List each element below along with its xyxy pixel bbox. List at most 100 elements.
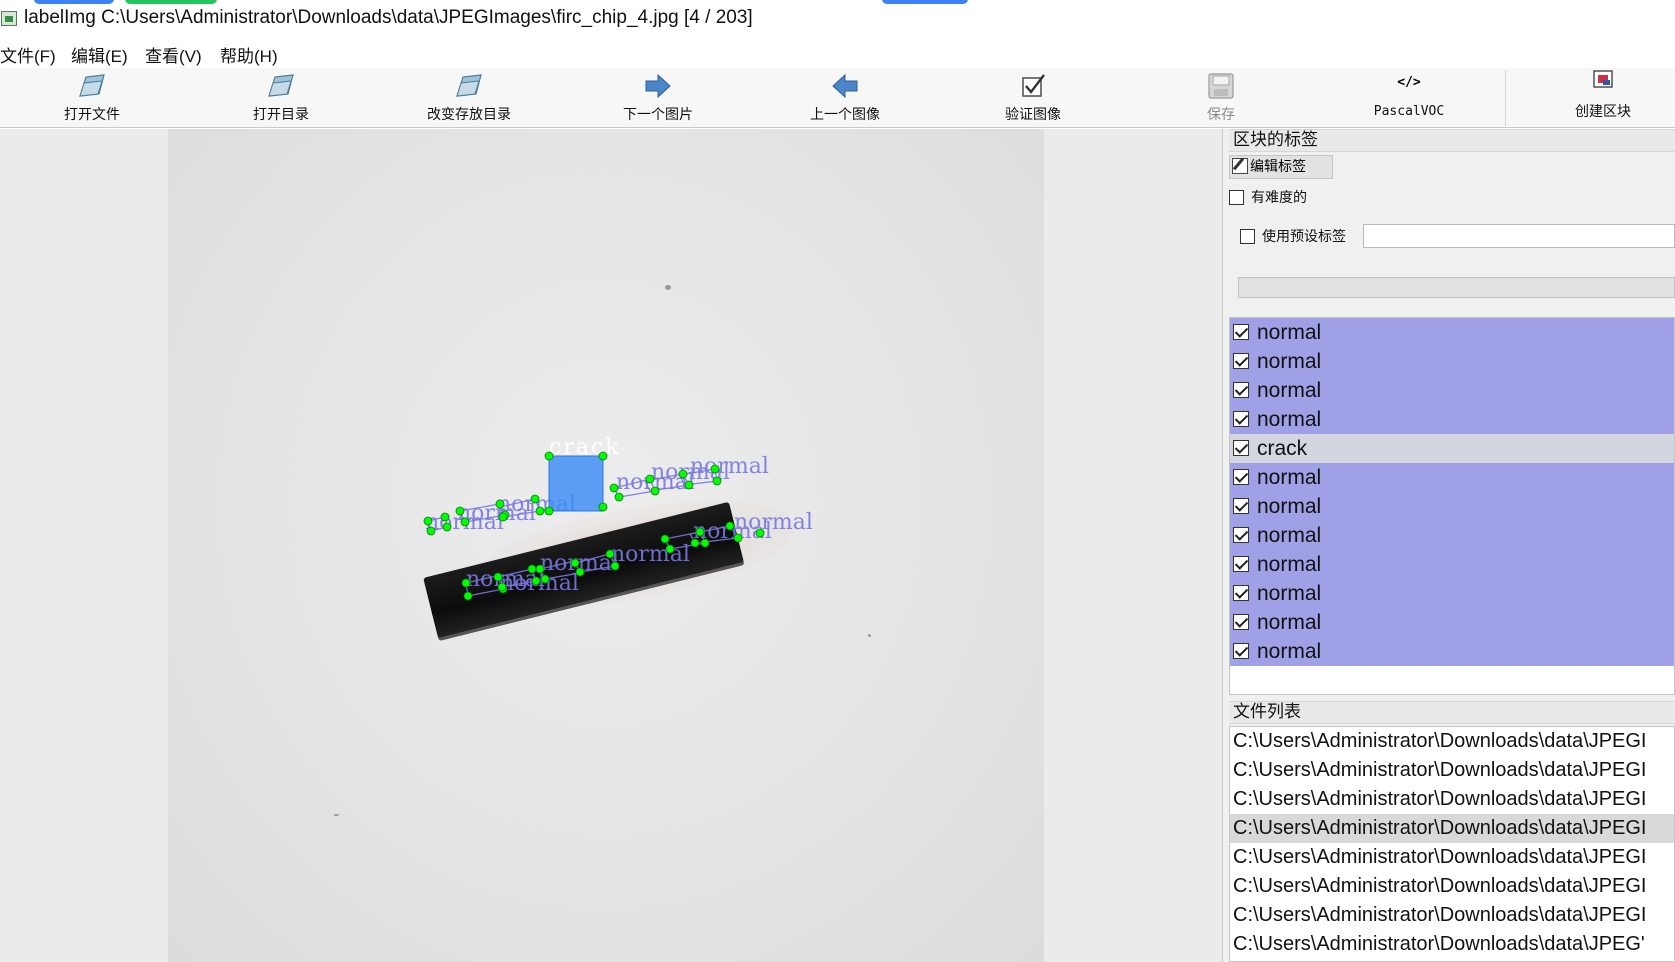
label-list-item[interactable]: normal [1230, 318, 1674, 347]
code-tag-icon: </> [1397, 75, 1421, 90]
label-text: normal [1257, 321, 1322, 344]
label-list-item[interactable]: normal [1230, 521, 1674, 550]
checkbox-checked-icon[interactable] [1233, 527, 1249, 543]
normal-box-label: normal [611, 542, 690, 567]
edit-pencil-icon [1232, 158, 1248, 174]
file-list-dock-title: 文件列表 [1229, 701, 1675, 724]
file-list-item-selected[interactable]: C:\Users\Administrator\Downloads\data\JP… [1230, 814, 1674, 843]
label-list-item[interactable]: normal [1230, 463, 1674, 492]
label-combo-box[interactable] [1238, 277, 1675, 298]
change-save-dir-label: 改变存放目录 [427, 107, 511, 123]
box-labels-dock-title: 区块的标签 [1229, 129, 1675, 152]
checkbox-checked-icon[interactable] [1233, 469, 1249, 485]
taskbar-highlight [125, 0, 217, 4]
label-text: normal [1257, 611, 1322, 634]
label-list-item[interactable]: normal [1230, 550, 1674, 579]
toolbar-separator [1505, 70, 1506, 126]
create-box-label: 创建区块 [1575, 104, 1631, 120]
verify-image-button[interactable]: 验证图像 [983, 68, 1083, 128]
difficult-checkbox[interactable]: 有难度的 [1229, 187, 1307, 207]
file-list-item[interactable]: C:\Users\Administrator\Downloads\data\JP… [1230, 756, 1674, 785]
checkbox-checked-icon[interactable] [1233, 614, 1249, 630]
label-text: normal [1257, 379, 1322, 402]
label-list-item[interactable]: normal [1230, 405, 1674, 434]
label-list-item[interactable]: normal [1230, 347, 1674, 376]
file-list-item[interactable]: C:\Users\Administrator\Downloads\data\JP… [1230, 872, 1674, 901]
normal-box-label: normal [734, 510, 813, 535]
file-list-item[interactable]: C:\Users\Administrator\Downloads\data\JP… [1230, 901, 1674, 930]
folder-open-icon [456, 74, 482, 97]
prev-image-label: 上一个图像 [810, 107, 880, 123]
file-list[interactable]: C:\Users\Administrator\Downloads\data\JP… [1229, 726, 1675, 962]
normal-box-label: normal [690, 454, 769, 479]
open-dir-label: 打开目录 [253, 107, 309, 123]
checkbox-checked-icon [1022, 74, 1045, 97]
open-file-label: 打开文件 [64, 107, 120, 123]
create-rect-icon [1593, 70, 1613, 88]
difficult-checkbox-box[interactable] [1229, 190, 1244, 205]
checkbox-checked-icon[interactable] [1233, 498, 1249, 514]
taskbar-highlight [34, 0, 114, 4]
open-dir-button[interactable]: 打开目录 [231, 68, 331, 128]
format-pascalvoc-button[interactable]: </> PascalVOC [1359, 68, 1459, 128]
next-image-button[interactable]: 下一个图片 [608, 68, 708, 128]
file-list-item[interactable]: C:\Users\Administrator\Downloads\data\JP… [1230, 785, 1674, 814]
use-default-label-checkbox[interactable]: 使用预设标签 [1240, 226, 1346, 246]
label-text: normal [1257, 640, 1322, 663]
menu-view[interactable]: 查看(V) [145, 42, 202, 67]
edit-label-text: 编辑标签 [1250, 159, 1306, 175]
checkbox-checked-icon[interactable] [1233, 440, 1249, 456]
label-list-item[interactable]: normal [1230, 608, 1674, 637]
window-title: labelImg C:\Users\Administrator\Download… [24, 7, 753, 28]
next-image-label: 下一个图片 [623, 107, 693, 123]
label-list-item[interactable]: normal [1230, 579, 1674, 608]
label-text: normal [1257, 495, 1322, 518]
create-box-button[interactable]: 创建区块 [1553, 68, 1653, 128]
image-canvas[interactable]: normal normal normal normal normal norma… [0, 129, 1222, 962]
save-label: 保存 [1207, 107, 1235, 123]
title-bar: labelImg C:\Users\Administrator\Download… [0, 0, 1675, 36]
verify-image-label: 验证图像 [1005, 107, 1061, 123]
save-button[interactable]: 保存 [1171, 68, 1271, 128]
checkbox-checked-icon[interactable] [1233, 585, 1249, 601]
menu-bar: 文件(F) 编辑(E) 查看(V) 帮助(H) [0, 38, 1675, 68]
checkbox-checked-icon[interactable] [1233, 556, 1249, 572]
label-text: normal [1257, 350, 1322, 373]
taskbar-highlight [882, 0, 968, 4]
menu-edit[interactable]: 编辑(E) [71, 42, 128, 67]
format-label: PascalVOC [1373, 104, 1445, 119]
folder-open-icon [79, 74, 105, 97]
annotation-overlay: normal normal normal normal normal norma… [423, 435, 813, 601]
change-save-dir-button[interactable]: 改变存放目录 [409, 68, 529, 128]
checkbox-checked-icon[interactable] [1233, 353, 1249, 369]
arrow-right-icon [645, 73, 671, 99]
label-list-item[interactable]: normal [1230, 376, 1674, 405]
checkbox-checked-icon[interactable] [1233, 643, 1249, 659]
prev-image-button[interactable]: 上一个图像 [795, 68, 895, 128]
label-list-item[interactable]: normal [1230, 637, 1674, 666]
checkbox-checked-icon[interactable] [1233, 382, 1249, 398]
checkbox-checked-icon[interactable] [1233, 324, 1249, 340]
difficult-checkbox-label: 有难度的 [1251, 190, 1307, 206]
label-text: normal [1257, 582, 1322, 605]
label-list[interactable]: normal normal normal normal crack normal… [1229, 317, 1675, 695]
file-list-item[interactable]: C:\Users\Administrator\Downloads\data\JP… [1230, 930, 1674, 959]
crack-box-label: crack [549, 435, 621, 460]
menu-help[interactable]: 帮助(H) [220, 42, 278, 67]
default-label-input[interactable] [1363, 224, 1675, 248]
use-default-label-checkbox-box[interactable] [1240, 229, 1255, 244]
checkbox-checked-icon[interactable] [1233, 411, 1249, 427]
label-text: normal [1257, 524, 1322, 547]
crack-box[interactable] [548, 455, 604, 512]
edit-label-button[interactable]: 编辑标签 [1229, 155, 1333, 179]
file-list-item[interactable]: C:\Users\Administrator\Downloads\data\JP… [1230, 727, 1674, 756]
file-list-item[interactable]: C:\Users\Administrator\Downloads\data\JP… [1230, 843, 1674, 872]
toolbar: 打开文件 打开目录 改变存放目录 下一个图片 上一个图像 验证图像 保存 </>… [0, 68, 1675, 128]
menu-file[interactable]: 文件(F) [0, 42, 56, 67]
label-list-item[interactable]: normal [1230, 492, 1674, 521]
open-file-button[interactable]: 打开文件 [42, 68, 142, 128]
label-list-item-selected[interactable]: crack [1230, 434, 1674, 463]
labelimg-app-icon [1, 11, 17, 26]
label-text: normal [1257, 408, 1322, 431]
label-text: crack [1257, 437, 1308, 460]
